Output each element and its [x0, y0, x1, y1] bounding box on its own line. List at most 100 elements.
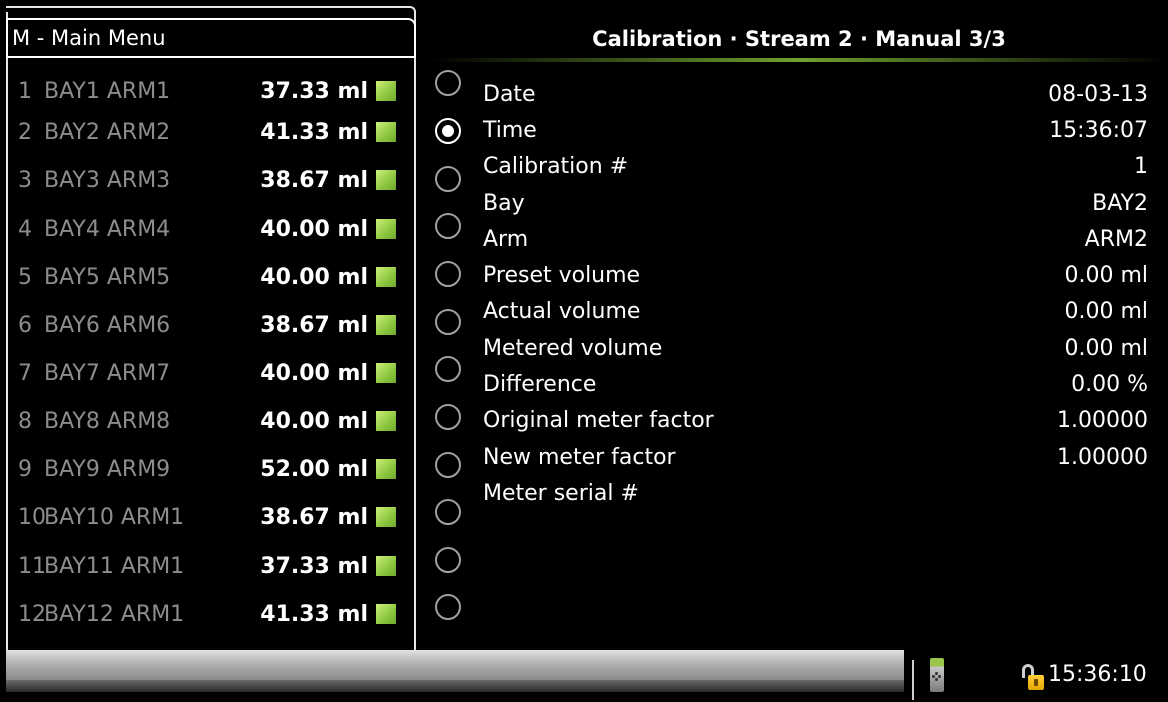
menu-item-7[interactable]: 7 BAY7 ARM7 40.00 ml — [8, 350, 406, 396]
status-bar: 15:36:10 — [6, 650, 1168, 702]
menu-item-11[interactable]: 11 BAY11 ARM1 37.33 ml — [8, 543, 406, 589]
field-label-bay: Bay — [483, 191, 525, 216]
field-value-calibration: 1 — [1134, 154, 1148, 179]
status-square-icon — [376, 604, 396, 624]
field-label-time: Time — [483, 118, 537, 143]
radio-button-3[interactable] — [435, 166, 461, 192]
screen: M - Main Menu 1 BAY1 ARM1 37.33 ml 2 BAY2 A… — [0, 0, 1168, 702]
menu-item-name: BAY5 ARM5 — [44, 264, 171, 290]
menu-item-volume: 37.33 ml — [260, 553, 368, 579]
status-square-icon — [376, 459, 396, 479]
radio-button-4[interactable] — [435, 213, 461, 239]
menu-item-12[interactable]: 12 BAY12 ARM1 41.33 ml — [8, 591, 406, 637]
main-menu-title: M - Main Menu — [8, 20, 414, 56]
field-value-date: 08-03-13 — [1048, 82, 1148, 107]
menu-item-name: BAY10 ARM1 — [44, 504, 185, 530]
radio-button-6[interactable] — [435, 309, 461, 335]
menu-item-name: BAY2 ARM2 — [44, 119, 171, 145]
menu-item-number: 5 — [18, 264, 32, 290]
menu-item-number: 6 — [18, 312, 32, 338]
status-square-icon — [376, 556, 396, 576]
menu-item-name: BAY12 ARM1 — [44, 601, 185, 627]
status-bar-shadow — [6, 680, 904, 692]
menu-item-volume: 40.00 ml — [260, 408, 368, 434]
menu-item-10[interactable]: 10 BAY10 ARM1 38.67 ml — [8, 494, 406, 540]
menu-item-number: 10 — [18, 504, 46, 530]
device-icon[interactable] — [930, 658, 944, 692]
menu-item-5[interactable]: 5 BAY5 ARM5 40.00 ml — [8, 254, 406, 300]
menu-item-volume: 40.00 ml — [260, 216, 368, 242]
radio-button-5[interactable] — [435, 261, 461, 287]
field-value-preset-volume: 0.00 ml — [1064, 263, 1148, 288]
radio-button-11[interactable] — [435, 547, 461, 573]
menu-item-name: BAY7 ARM7 — [44, 360, 171, 386]
status-tray: 15:36:10 — [914, 650, 1168, 702]
title-underline — [430, 58, 1168, 62]
menu-item-6[interactable]: 6 BAY6 ARM6 38.67 ml — [8, 302, 406, 348]
field-value-time: 15:36:07 — [1049, 118, 1148, 143]
menu-item-number: 7 — [18, 360, 32, 386]
page-title: Calibration · Stream 2 · Manual 3/3 — [592, 27, 1006, 51]
menu-item-number: 1 — [18, 78, 32, 104]
radio-button-8[interactable] — [435, 404, 461, 430]
field-label-arm: Arm — [483, 227, 529, 252]
status-square-icon — [376, 507, 396, 527]
radio-button-1[interactable] — [435, 70, 461, 96]
menu-item-name: BAY8 ARM8 — [44, 408, 171, 434]
radio-button-10[interactable] — [435, 499, 461, 525]
field-value-new-factor: 1.00000 — [1057, 445, 1148, 470]
status-square-icon — [376, 267, 396, 287]
lock-icon[interactable] — [1022, 664, 1044, 690]
menu-item-name: BAY1 ARM1 — [44, 78, 171, 104]
status-square-icon — [376, 411, 396, 431]
radio-button-9[interactable] — [435, 452, 461, 478]
field-value-actual-volume: 0.00 ml — [1064, 299, 1148, 324]
status-square-icon — [376, 219, 396, 239]
status-bar-gradient — [6, 650, 904, 680]
menu-item-name: BAY11 ARM1 — [44, 553, 185, 579]
menu-item-9[interactable]: 9 BAY9 ARM9 52.00 ml — [8, 446, 406, 492]
menu-item-4[interactable]: 4 BAY4 ARM4 40.00 ml — [8, 206, 406, 252]
menu-item-volume: 41.33 ml — [260, 119, 368, 145]
menu-item-volume: 37.33 ml — [260, 78, 368, 104]
status-square-icon — [376, 170, 396, 190]
menu-item-name: BAY4 ARM4 — [44, 216, 171, 242]
menu-item-2[interactable]: 2 BAY2 ARM2 41.33 ml — [8, 109, 406, 155]
field-value-arm: ARM2 — [1084, 227, 1148, 252]
menu-item-volume: 41.33 ml — [260, 601, 368, 627]
menu-item-3[interactable]: 3 BAY3 ARM3 38.67 ml — [8, 157, 406, 203]
field-value-original-factor: 1.00000 — [1057, 408, 1148, 433]
radio-button-7[interactable] — [435, 356, 461, 382]
status-square-icon — [376, 363, 396, 383]
menu-item-number: 12 — [18, 601, 46, 627]
field-label-preset-volume: Preset volume — [483, 263, 641, 288]
field-value-metered-volume: 0.00 ml — [1064, 336, 1148, 361]
menu-item-number: 8 — [18, 408, 32, 434]
menu-item-volume: 38.67 ml — [260, 312, 368, 338]
field-value-bay: BAY2 — [1092, 191, 1148, 216]
menu-item-volume: 38.67 ml — [260, 504, 368, 530]
menu-item-volume: 40.00 ml — [260, 264, 368, 290]
status-clock: 15:36:10 — [1048, 662, 1147, 687]
menu-item-number: 11 — [18, 553, 46, 579]
menu-item-name: BAY3 ARM3 — [44, 167, 171, 193]
status-square-icon — [376, 122, 396, 142]
status-square-icon — [376, 81, 396, 101]
field-label-original-factor: Original meter factor — [483, 408, 714, 433]
menu-item-name: BAY6 ARM6 — [44, 312, 171, 338]
radio-button-2[interactable] — [435, 118, 461, 144]
menu-item-8[interactable]: 8 BAY8 ARM8 40.00 ml — [8, 398, 406, 444]
field-label-new-factor: New meter factor — [483, 445, 676, 470]
radio-button-12[interactable] — [435, 594, 461, 620]
menu-item-number: 2 — [18, 119, 32, 145]
field-label-difference: Difference — [483, 372, 597, 397]
main-menu-header[interactable]: M - Main Menu — [6, 18, 416, 58]
menu-item-volume: 52.00 ml — [260, 456, 368, 482]
field-value-difference: 0.00 % — [1071, 372, 1148, 397]
status-square-icon — [376, 315, 396, 335]
menu-item-1[interactable]: 1 BAY1 ARM1 37.33 ml — [8, 68, 406, 114]
field-label-metered-volume: Metered volume — [483, 336, 663, 361]
field-label-date: Date — [483, 82, 536, 107]
menu-item-name: BAY9 ARM9 — [44, 456, 171, 482]
menu-item-number: 9 — [18, 456, 32, 482]
